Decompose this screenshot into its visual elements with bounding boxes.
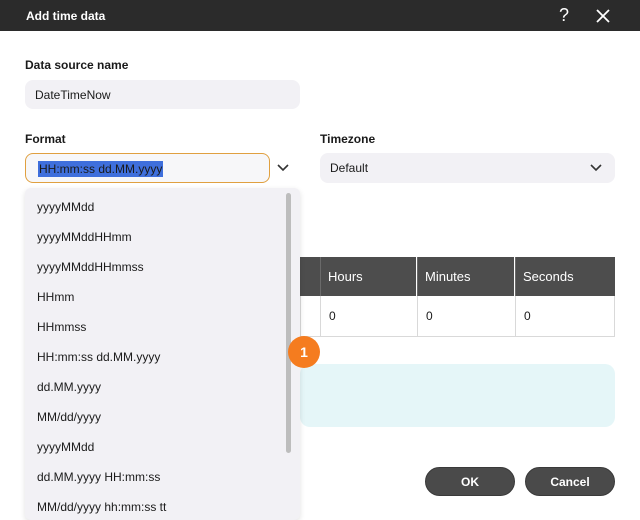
format-option-date-time[interactable]: dd.MM.yyyy HH:mm:ss	[37, 470, 160, 484]
header-seconds: Seconds	[515, 257, 615, 296]
format-dropdown-list: yyyyMMdd yyyyMMddHHmm yyyyMMddHHmmss HHm…	[25, 188, 300, 520]
step-badge: 1	[288, 336, 320, 368]
format-option-HHmmss[interactable]: HHmmss	[37, 320, 86, 334]
seconds-value[interactable]: 0	[515, 296, 615, 336]
format-option-yyyyMMdd[interactable]: yyyyMMdd	[37, 200, 94, 214]
timezone-label: Timezone	[320, 132, 376, 146]
format-option-HHmm[interactable]: HHmm	[37, 290, 74, 304]
help-icon[interactable]: ?	[552, 3, 576, 27]
hours-value[interactable]: 0	[320, 296, 416, 336]
info-box	[300, 364, 615, 427]
data-source-name-input[interactable]	[25, 80, 300, 109]
format-option-yyyyMMddHHmmss[interactable]: yyyyMMddHHmmss	[37, 260, 144, 274]
ok-button[interactable]: OK	[425, 467, 515, 496]
format-select[interactable]: HH:mm:ss dd.MM.yyyy	[25, 153, 270, 183]
format-option-date-time-12h[interactable]: MM/dd/yyyy hh:mm:ss tt	[37, 500, 166, 514]
format-option-time-date[interactable]: HH:mm:ss dd.MM.yyyy	[37, 350, 160, 364]
header-hours: Hours	[320, 257, 416, 296]
close-icon[interactable]	[590, 3, 616, 29]
table-header-cell	[300, 257, 320, 296]
format-option-yyyyMMdd-2[interactable]: yyyyMMdd	[37, 440, 94, 454]
timezone-select[interactable]: Default	[320, 153, 615, 183]
offset-table: Hours Minutes Seconds 0 0 0	[300, 257, 615, 337]
format-selected-text: HH:mm:ss dd.MM.yyyy	[38, 161, 164, 177]
format-label: Format	[25, 132, 66, 146]
format-option-dd-MM-yyyy[interactable]: dd.MM.yyyy	[37, 380, 101, 394]
chevron-down-icon	[589, 161, 603, 175]
data-source-name-label: Data source name	[25, 58, 129, 72]
format-option-MM-dd-yyyy[interactable]: MM/dd/yyyy	[37, 410, 101, 424]
cancel-button[interactable]: Cancel	[525, 467, 615, 496]
format-option-yyyyMMddHHmm[interactable]: yyyyMMddHHmm	[37, 230, 132, 244]
timezone-value: Default	[330, 161, 369, 175]
minutes-value[interactable]: 0	[417, 296, 514, 336]
chevron-down-icon[interactable]	[274, 160, 292, 176]
title-bar: Add time data ?	[0, 0, 640, 31]
header-minutes: Minutes	[417, 257, 514, 296]
dialog-title: Add time data	[26, 9, 106, 23]
dropdown-scrollbar[interactable]	[286, 193, 291, 453]
